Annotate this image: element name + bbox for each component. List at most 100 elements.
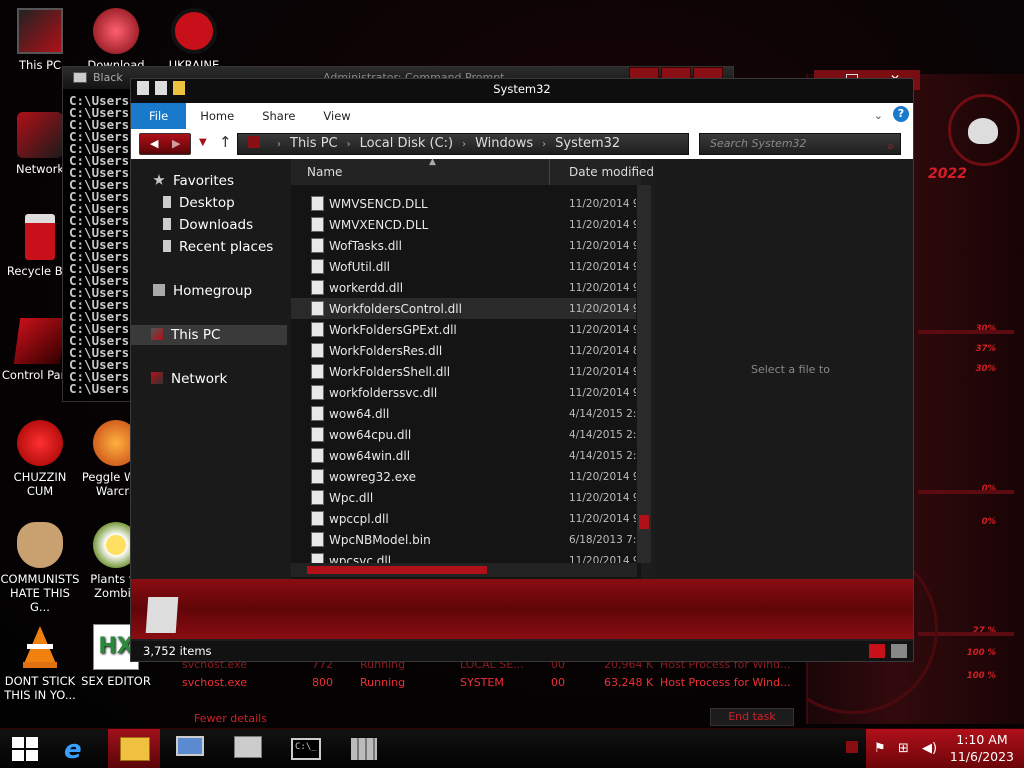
breadcrumb-this-pc[interactable]: This PC: [290, 136, 338, 151]
file-row[interactable]: WMVXENCD.DLL 11/20/2014 9:16: [291, 214, 636, 235]
file-date-modified: 11/20/2014 9:16: [569, 324, 636, 336]
clock[interactable]: 1:10 AM 11/6/2023: [950, 731, 1014, 765]
file-row[interactable]: wow64win.dll 4/14/2015 2:53: [291, 445, 636, 466]
show-desktop-icon[interactable]: [846, 741, 858, 753]
breadcrumb-windows[interactable]: Windows: [475, 136, 533, 151]
desktop-icon-communists[interactable]: COMMUNISTS HATE THIS G...: [0, 522, 80, 614]
desktop-icon-label: Network: [15, 162, 65, 176]
desktop-icon-this-pc[interactable]: This PC: [0, 8, 80, 72]
file-row[interactable]: WorkfoldersControl.dll 11/20/2014 9:16: [291, 298, 636, 319]
scroll-thumb[interactable]: [307, 566, 487, 574]
file-row[interactable]: wow64cpu.dll 4/14/2015 2:53: [291, 424, 636, 445]
file-row[interactable]: wow64.dll 4/14/2015 2:53: [291, 403, 636, 424]
up-arrow-icon[interactable]: ↑: [219, 133, 232, 151]
help-icon[interactable]: ?: [893, 106, 909, 122]
forward-button[interactable]: ▶: [172, 137, 180, 150]
task-manager-window[interactable]: svchost.exe 772 Running LOCAL SE... 00 2…: [164, 656, 804, 736]
file-name: workfolderssvc.dll: [329, 386, 438, 400]
breadcrumb-local-disk[interactable]: Local Disk (C:): [360, 136, 453, 151]
taskbar-app[interactable]: [338, 729, 390, 768]
scroll-thumb[interactable]: [639, 515, 649, 529]
nav-network[interactable]: Network: [151, 371, 227, 387]
breadcrumb-separator[interactable]: ›: [347, 139, 351, 150]
system-tray: ⚑ ⊞ ◀) 1:10 AM 11/6/2023: [866, 729, 1024, 768]
file-row[interactable]: wowreg32.exe 11/20/2014 9:14: [291, 466, 636, 487]
file-date-modified: 11/20/2014 9:16: [569, 492, 636, 504]
file-date-modified: 6/18/2013 7:45: [569, 534, 636, 546]
desktop-icon-chuzzin[interactable]: CHUZZIN CUM: [0, 420, 80, 498]
properties-icon[interactable]: [137, 81, 149, 95]
file-date-modified: 4/14/2015 2:53: [569, 450, 636, 462]
tab-share[interactable]: Share: [248, 103, 309, 129]
file-row[interactable]: WofUtil.dll 11/20/2014 9:16: [291, 256, 636, 277]
hud-percent: 0%: [981, 517, 996, 527]
file-explorer-window[interactable]: System32 File Home Share View ⌄ ? ◀ ▶ ▼ …: [130, 78, 914, 662]
flag-icon[interactable]: ⚑: [874, 741, 886, 756]
vertical-scrollbar[interactable]: [637, 185, 651, 563]
file-row[interactable]: WpcNBModel.bin 6/18/2013 7:45: [291, 529, 636, 550]
details-view-icon[interactable]: [869, 644, 885, 658]
desktop-icon-ukraine[interactable]: UKRAINE: [154, 8, 234, 72]
breadcrumb-system32[interactable]: System32: [555, 136, 620, 151]
new-folder-icon[interactable]: [173, 81, 185, 95]
file-row[interactable]: WorkFoldersGPExt.dll 11/20/2014 9:16: [291, 319, 636, 340]
expand-ribbon-icon[interactable]: ⌄: [874, 109, 883, 122]
file-row[interactable]: wpccpl.dll 11/20/2014 9:16: [291, 508, 636, 529]
quick-access-toolbar: [137, 81, 185, 95]
nav-homegroup[interactable]: Homegroup: [153, 283, 252, 299]
file-row[interactable]: WofTasks.dll 11/20/2014 9:16: [291, 235, 636, 256]
hud-percent: 30%: [975, 364, 996, 374]
nav-downloads[interactable]: Downloads: [163, 217, 253, 233]
nav-this-pc[interactable]: This PC: [131, 325, 287, 345]
breadcrumb-separator[interactable]: ›: [462, 139, 466, 150]
large-icons-view-icon[interactable]: [891, 644, 907, 658]
control-panel-icon: [13, 318, 67, 364]
file-row[interactable]: WorkFoldersRes.dll 11/20/2014 8:51: [291, 340, 636, 361]
fewer-details-link[interactable]: Fewer details: [194, 712, 267, 725]
search-input[interactable]: Search System32 ⌕: [699, 133, 901, 155]
explorer-titlebar[interactable]: System32: [131, 79, 913, 103]
column-header-date-modified[interactable]: Date modified: [569, 165, 654, 179]
dll-file-icon: [311, 427, 324, 442]
end-task-button[interactable]: End task: [710, 708, 794, 726]
taskbar-command-prompt[interactable]: C:\_: [280, 729, 332, 768]
column-header-name[interactable]: Name: [307, 165, 342, 179]
breadcrumb-separator[interactable]: ›: [542, 139, 546, 150]
address-bar[interactable]: › This PC › Local Disk (C:) › Windows › System3…: [237, 133, 689, 155]
file-date-modified: 11/20/2014 9:16: [569, 219, 636, 231]
nav-favorites[interactable]: Favorites: [153, 173, 234, 189]
nav-desktop[interactable]: Desktop: [163, 195, 235, 211]
tab-home[interactable]: Home: [186, 103, 248, 129]
file-row[interactable]: WorkFoldersShell.dll 11/20/2014 9:16: [291, 361, 636, 382]
file-date-modified: 4/14/2015 2:53: [569, 408, 636, 420]
taskbar-file-explorer[interactable]: [108, 729, 160, 768]
internet-explorer-icon[interactable]: e: [52, 729, 104, 768]
recent-locations-icon[interactable]: ▼: [199, 137, 207, 148]
file-row[interactable]: workerdd.dll 11/20/2014 9:15: [291, 277, 636, 298]
volume-icon[interactable]: ◀): [922, 741, 937, 756]
desktop-icon-download[interactable]: Download: [76, 8, 156, 72]
taskbar-task-manager[interactable]: [222, 729, 274, 768]
search-icon[interactable]: ⌕: [887, 136, 894, 156]
network-tray-icon[interactable]: ⊞: [898, 741, 909, 756]
file-row[interactable]: WMVSENCD.DLL 11/20/2014 9:16: [291, 193, 636, 214]
file-row[interactable]: workfolderssvc.dll 11/20/2014 9:16: [291, 382, 636, 403]
clock-date: 11/6/2023: [949, 749, 1014, 764]
tab-file[interactable]: File: [131, 103, 187, 129]
new-document-icon[interactable]: [155, 81, 167, 95]
back-button[interactable]: ◀: [150, 137, 158, 150]
taskbar-computer[interactable]: [164, 729, 216, 768]
dll-file-icon: [311, 490, 324, 505]
tab-view[interactable]: View: [309, 103, 364, 129]
horizontal-scrollbar[interactable]: [291, 563, 637, 577]
column-divider[interactable]: [549, 159, 550, 185]
computer-icon: [17, 8, 63, 54]
file-date-modified: 4/14/2015 2:53: [569, 429, 636, 441]
desktop-icon-vlc[interactable]: DONT STICK THIS IN YO...: [0, 624, 80, 702]
dll-file-icon: [311, 406, 324, 421]
nav-recent-places[interactable]: Recent places: [163, 239, 273, 255]
network-icon: [151, 372, 163, 384]
file-row[interactable]: Wpc.dll 11/20/2014 9:16: [291, 487, 636, 508]
app-icon: [351, 738, 377, 760]
windows-start-icon[interactable]: [12, 737, 38, 761]
